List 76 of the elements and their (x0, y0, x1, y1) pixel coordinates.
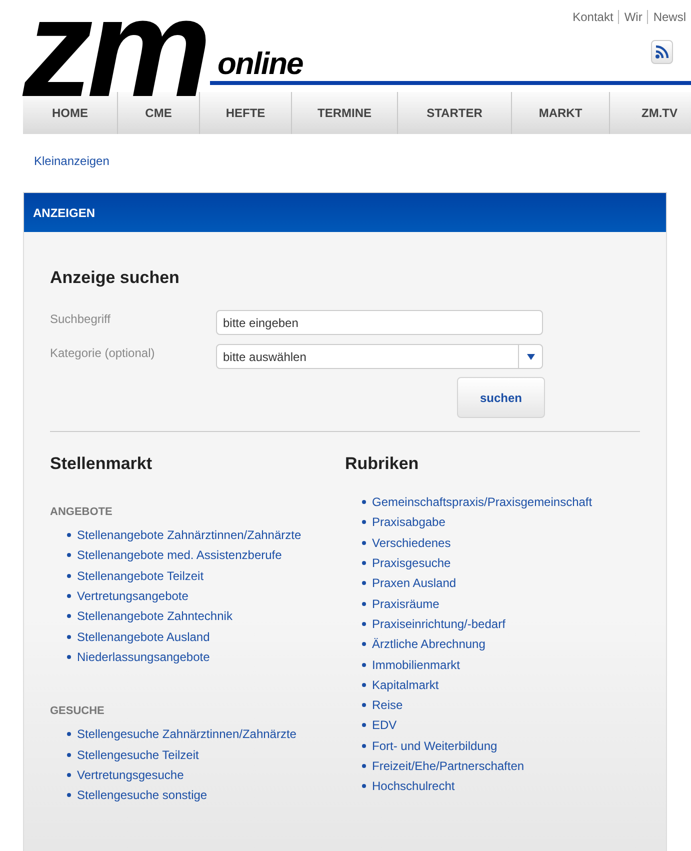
logo-text[interactable]: online (217, 49, 303, 79)
category-link[interactable]: Ärztliche Abrechnung (372, 637, 486, 652)
category-link[interactable]: Stellengesuche Zahnärztinnen/Zahnärzte (77, 727, 296, 742)
category-link[interactable]: Stellenangebote Ausland (77, 630, 210, 644)
search-button[interactable]: suchen (457, 377, 545, 418)
category-link[interactable]: Praxisabgabe (372, 515, 446, 530)
category-link[interactable]: Gemeinschaftspraxis/Praxisgemeinschaft (372, 495, 592, 510)
category-link[interactable]: Stellenangebote Zahnärztinnen/Zahnärzte (77, 528, 302, 542)
category-link[interactable]: Stellengesuche sonstige (77, 788, 208, 802)
bullet-icon (362, 500, 366, 504)
bullet-icon (362, 744, 366, 748)
bullet-icon (362, 682, 366, 687)
category-link[interactable]: Immobilienmarkt (372, 658, 460, 672)
category-link[interactable]: Kapitalmarkt (372, 678, 439, 692)
category-link[interactable]: Praxen Ausland (372, 576, 456, 590)
bullet-icon (362, 520, 366, 524)
section-heading: Anzeige suchen (50, 268, 180, 288)
category-link[interactable]: Stellenangebote Teilzeit (77, 568, 204, 583)
group-label: GESUCHE (50, 705, 106, 718)
bullet-icon (67, 732, 71, 736)
category-link[interactable]: Stellenangebote med. Assistenzberufe (77, 548, 282, 562)
nav-tab[interactable]: HEFTE (200, 92, 292, 134)
nav-tab[interactable]: TERMINE (292, 92, 398, 134)
bullet-icon (362, 642, 366, 646)
nav-tab[interactable]: STARTER (398, 92, 512, 134)
top-link[interactable]: Wir (618, 10, 648, 24)
bullet-icon (67, 594, 71, 598)
category-link[interactable]: Stellenangebote Zahntechnik (77, 609, 232, 624)
bullet-icon (67, 752, 71, 757)
rss-icon (655, 45, 669, 59)
category-link[interactable]: EDV (372, 718, 397, 732)
bullet-icon (67, 793, 71, 798)
bullet-icon (362, 662, 366, 667)
section-heading: Rubriken (345, 454, 420, 474)
category-link[interactable]: Niederlassungsangebote (77, 650, 210, 664)
nav-tab[interactable]: ZM.TV (610, 92, 691, 134)
category-link[interactable]: Reise (372, 698, 403, 712)
bullet-icon (67, 574, 71, 578)
category-link[interactable]: Fort- und Weiterbildung (372, 738, 498, 753)
rss-button[interactable] (651, 40, 673, 64)
category-link[interactable]: Vertretungsangebote (77, 589, 188, 604)
bullet-icon (362, 764, 366, 768)
nav-tab[interactable]: MARKT (512, 92, 610, 134)
breadcrumb-link[interactable]: Kleinanzeigen (34, 154, 110, 168)
section-heading: Stellenmarkt (50, 454, 154, 474)
bullet-icon (362, 784, 366, 788)
bullet-icon (362, 581, 366, 586)
caret-icon (526, 354, 534, 360)
bullet-icon (67, 614, 71, 618)
category-link[interactable]: Praxiseinrichtung/-bedarf (372, 616, 506, 631)
bullet-icon (67, 654, 71, 659)
bullet-icon (67, 772, 71, 777)
category-link[interactable]: Hochschulrecht (372, 779, 455, 794)
category-link[interactable]: Praxisgesuche (372, 556, 451, 570)
bullet-icon (362, 561, 366, 566)
category-link[interactable]: Stellengesuche Teilzeit (77, 748, 199, 762)
bullet-icon (362, 723, 366, 728)
bullet-icon (67, 533, 71, 538)
category-link[interactable]: Praxisräume (372, 596, 440, 611)
bullet-icon (362, 602, 366, 606)
top-link[interactable]: Kontakt (568, 10, 618, 24)
bullet-icon (362, 703, 366, 708)
top-link[interactable]: Newsl (647, 10, 691, 24)
bullet-icon (67, 553, 71, 558)
field-label: Suchbegriff (50, 311, 112, 326)
category-link[interactable]: Freizeit/Ehe/Partnerschaften (372, 759, 524, 773)
category-link[interactable]: Verschiedenes (372, 536, 451, 550)
group-label: ANGEBOTE (50, 506, 114, 518)
bullet-icon (67, 634, 71, 639)
search-field[interactable]: bitte eingeben (216, 310, 543, 335)
category-link[interactable]: Vertretungsgesuche (77, 768, 184, 782)
field-label: Kategorie (optional) (50, 345, 156, 360)
bullet-icon (362, 622, 366, 626)
panel-title: ANZEIGEN (24, 193, 666, 232)
bullet-icon (362, 540, 366, 545)
category-dropdown[interactable]: bitte auswählen (216, 344, 543, 369)
